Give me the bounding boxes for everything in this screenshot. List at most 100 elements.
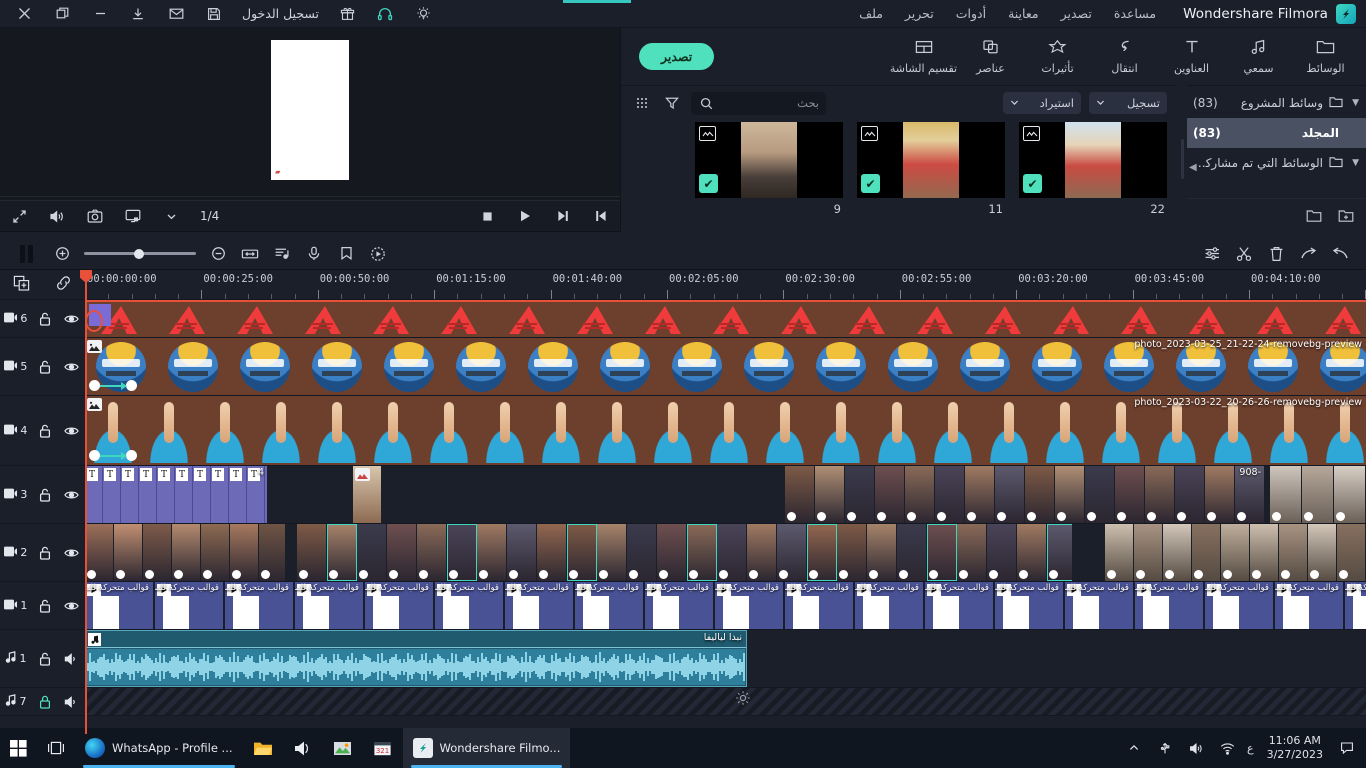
taskbar-item-calendar[interactable]: 321 xyxy=(363,728,403,768)
windows-start-icon[interactable] xyxy=(0,728,37,768)
signin-link[interactable]: تسجيل الدخول xyxy=(234,6,327,21)
toolbar-item-audio[interactable]: سمعي xyxy=(1225,31,1292,83)
fit-timeline-icon[interactable] xyxy=(234,239,266,269)
clip-template[interactable]: قوالب متحركة للمونتا xyxy=(155,582,223,629)
clip-audio[interactable]: نبدا لياليفا xyxy=(85,630,747,687)
prev-frame-icon[interactable] xyxy=(582,201,620,232)
track-header-video-3[interactable]: 3 xyxy=(0,466,85,524)
zoom-slider-handle[interactable] xyxy=(134,248,144,259)
clip-template[interactable]: قوالب متحركة للمونتا xyxy=(85,582,153,629)
toolbar-item-split-screen[interactable]: تقسيم الشاشة xyxy=(890,31,957,83)
lock-icon[interactable] xyxy=(36,358,54,376)
clip-template[interactable]: قوالب متحركة للمونتا xyxy=(925,582,993,629)
chevron-up-icon[interactable] xyxy=(1123,737,1145,759)
clip-trim-handle[interactable] xyxy=(85,310,103,332)
zoom-in-icon[interactable] xyxy=(46,239,78,269)
lock-icon[interactable] xyxy=(36,486,54,504)
clip-photo-group[interactable] xyxy=(1105,524,1366,581)
clip-audio-locked[interactable] xyxy=(85,688,1366,715)
track-header-video-4[interactable]: 4 xyxy=(0,396,85,466)
track-header-audio-7[interactable]: 7 xyxy=(0,688,85,716)
clip-template[interactable]: قوالب متحركة للمونتا xyxy=(435,582,503,629)
media-thumbnail[interactable]: ✔ xyxy=(695,122,843,198)
toolbar-item-titles[interactable]: العناوين xyxy=(1158,31,1225,83)
tree-item-folder[interactable]: المجلد (83) xyxy=(1187,118,1366,148)
link-icon[interactable] xyxy=(55,275,72,295)
toolbar-item-effects[interactable]: تأثيرات xyxy=(1024,31,1091,83)
track-header-video-1[interactable]: 1 xyxy=(0,582,85,630)
filter-icon[interactable] xyxy=(661,92,683,114)
taskbar-item-whatsapp-edge[interactable]: WhatsApp - Profile ... xyxy=(75,728,243,768)
taskbar-item-speaker-app[interactable] xyxy=(283,728,323,768)
media-thumbnail[interactable]: ✔ xyxy=(1019,122,1167,198)
track-lane[interactable]: نبدا لياليفا xyxy=(85,630,1366,688)
clip-template[interactable]: قوالب متحركة للمونتا xyxy=(785,582,853,629)
search-icon[interactable] xyxy=(698,92,716,114)
tray-clock[interactable]: 11:06 AM 3/27/2023 xyxy=(1263,734,1327,762)
splitter-handle[interactable] xyxy=(1180,138,1184,179)
menu-item-file[interactable]: ملف xyxy=(848,2,894,25)
mail-icon[interactable] xyxy=(158,0,194,27)
collapse-panel-icon[interactable]: ◀ xyxy=(1189,162,1197,173)
media-item[interactable]: ✔ 11 xyxy=(857,122,1005,216)
keyframe-dot[interactable] xyxy=(126,450,137,461)
track-lane[interactable]: قوالب متحركة للمونتا قوالب متحركة للمونتا… xyxy=(85,582,1366,630)
eye-icon[interactable] xyxy=(63,310,81,328)
speaker-icon[interactable] xyxy=(63,693,81,711)
audio-mixer-icon[interactable] xyxy=(266,239,298,269)
clip-template[interactable]: قوالب متحركة للمونتا xyxy=(505,582,573,629)
tree-item-project-media[interactable]: ▼ وسائط المشروع (83) xyxy=(1187,88,1366,118)
clip-title-group[interactable]: TTTTTTTTTT4 xyxy=(85,466,267,523)
gift-icon[interactable] xyxy=(329,0,365,27)
clip-template[interactable]: قوالب متحركة للمونتا xyxy=(715,582,783,629)
media-checked-icon[interactable]: ✔ xyxy=(861,174,880,193)
next-frame-icon[interactable] xyxy=(544,201,582,232)
new-folder-icon[interactable] xyxy=(1335,205,1357,227)
download-icon[interactable] xyxy=(120,0,156,27)
track-header-video-5[interactable]: 5 xyxy=(0,338,85,396)
record-dropdown[interactable]: تسجيل xyxy=(1089,92,1167,114)
volume-icon[interactable] xyxy=(1185,737,1207,759)
track-lane[interactable]: T T T T T T T T T T 4 -908 xyxy=(85,466,1366,524)
search-input[interactable] xyxy=(721,96,819,110)
eye-icon[interactable] xyxy=(63,358,81,376)
keyframe-dot[interactable] xyxy=(126,380,137,391)
track-lane[interactable] xyxy=(85,688,1366,716)
pause-bars-icon[interactable] xyxy=(20,244,34,263)
track-lane[interactable] xyxy=(85,524,1366,582)
chevron-down-icon[interactable]: ▼ xyxy=(1349,158,1359,168)
preview-zoom-ratio[interactable]: 1/4 xyxy=(190,209,229,223)
media-checked-icon[interactable]: ✔ xyxy=(699,174,718,193)
redo-icon[interactable] xyxy=(1292,239,1324,269)
toolbar-item-media[interactable]: الوسائط xyxy=(1292,31,1359,83)
toolbar-item-transitions[interactable]: انتقال xyxy=(1091,31,1158,83)
media-item[interactable]: ✔ 22 xyxy=(1019,122,1167,216)
bulb-icon[interactable] xyxy=(405,0,441,27)
menu-item-edit[interactable]: تحرير xyxy=(894,2,945,25)
menu-item-tools[interactable]: أدوات xyxy=(945,2,997,25)
close-icon[interactable] xyxy=(6,0,42,27)
delete-trash-icon[interactable] xyxy=(1260,239,1292,269)
restore-icon[interactable] xyxy=(44,0,80,27)
media-checked-icon[interactable]: ✔ xyxy=(1023,174,1042,193)
keyframe-animation-handle[interactable] xyxy=(89,450,137,461)
clip-photo-group[interactable] xyxy=(297,524,1072,581)
chevron-down-icon[interactable] xyxy=(152,201,190,232)
folder-icon[interactable] xyxy=(1303,205,1325,227)
fullscreen-icon[interactable] xyxy=(0,201,38,232)
export-button[interactable]: تصدير xyxy=(639,43,715,70)
clip-template[interactable]: قوالب متحركة للمونتا xyxy=(995,582,1063,629)
clip-template[interactable]: قوالب متحركة للمونتا xyxy=(855,582,923,629)
split-scissors-icon[interactable] xyxy=(1228,239,1260,269)
clip-photo-single[interactable] xyxy=(353,466,381,523)
marker-icon[interactable] xyxy=(330,239,362,269)
keyframe-animation-handle[interactable] xyxy=(89,380,137,391)
render-preview-icon[interactable] xyxy=(362,239,394,269)
clip-template[interactable]: قوالب متحركة للمونتا xyxy=(225,582,293,629)
media-item[interactable]: ✔ 9 xyxy=(695,122,843,216)
clip-photo-group[interactable] xyxy=(1270,466,1366,523)
clip-template[interactable]: قوالب متحركة للمونتا xyxy=(1135,582,1203,629)
voiceover-mic-icon[interactable] xyxy=(298,239,330,269)
clip-template[interactable]: قوالب متحركة للمونتا xyxy=(575,582,643,629)
clip-template[interactable]: قوالب متحركة للمونتا xyxy=(1345,582,1366,629)
